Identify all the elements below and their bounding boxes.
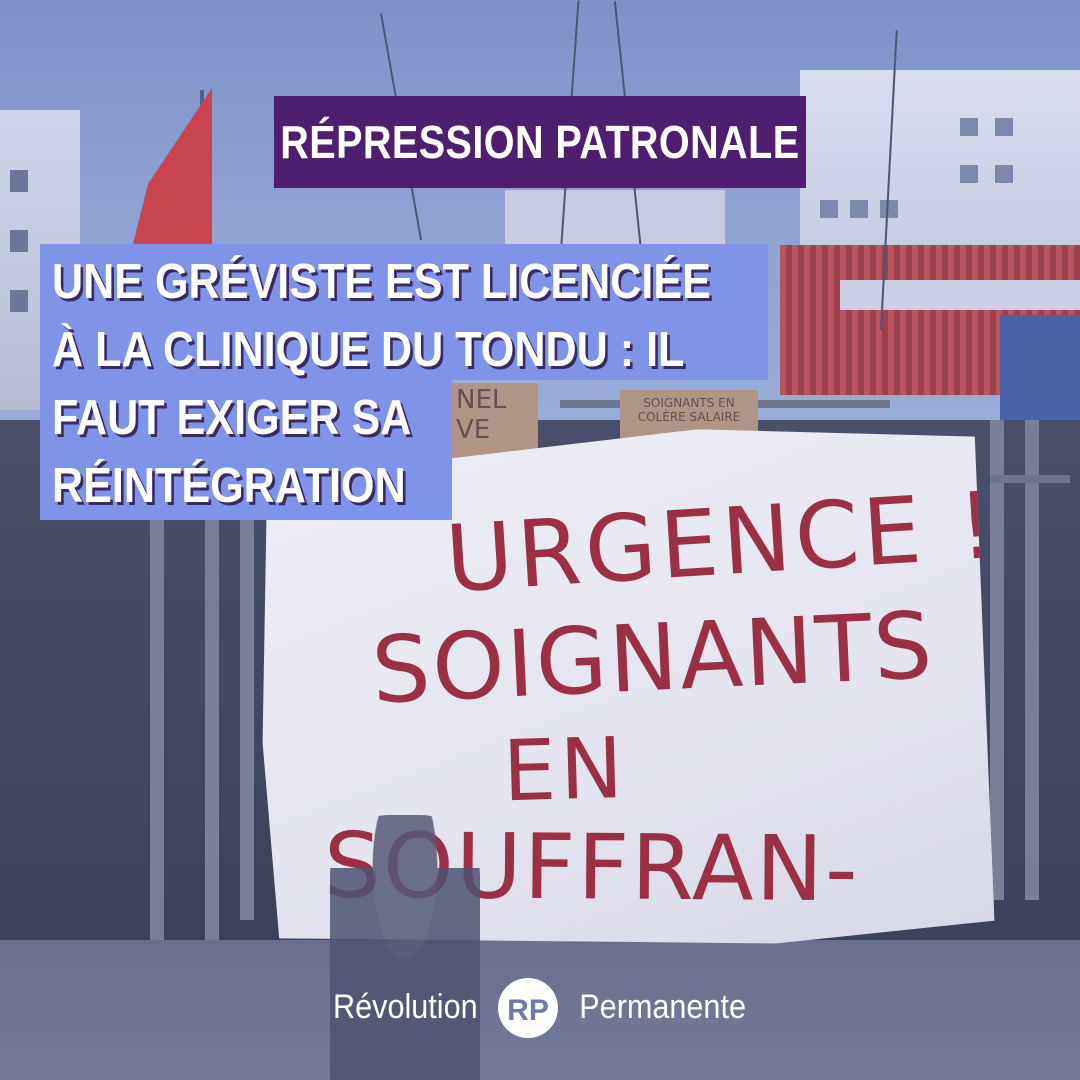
kicker-label: RÉPRESSION PATRONALE [274,96,806,188]
building-overhang [840,280,1080,310]
building-right [800,70,1080,270]
headline-line-3-text: FAUT EXIGER SA [52,391,412,445]
fence-rail [990,475,1070,483]
cardboard-sign-left: NEL VE [450,383,538,458]
headline-line-2-text: À LA CLINIQUE DU TONDU : IL [52,323,685,377]
brand-left-word: Révolution [333,988,478,1026]
headline-line-4: RÉINTÉGRATION [40,448,452,520]
fence-post [1025,420,1039,900]
fence-post [240,520,254,920]
fence-post [205,520,219,940]
brand-right-word: Permanente [578,988,746,1026]
cardboard-sign-right-text: SOIGNANTS EN COLÈRE SALAIRE [637,396,741,424]
fence-post [150,520,164,940]
headline-line-2: À LA CLINIQUE DU TONDU : IL [40,312,768,380]
fence-post [990,420,1004,900]
headline-line-1-text: UNE GRÉVISTE EST LICENCIÉE [52,255,711,309]
cardboard-sign-left-text: NEL VE [456,385,507,445]
banner-line-3: EN [501,718,629,821]
headline-line-1: UNE GRÉVISTE EST LICENCIÉE [40,244,768,312]
kicker-text: RÉPRESSION PATRONALE [280,116,800,168]
headline-line-4-text: RÉINTÉGRATION [52,459,406,513]
blue-container [1000,315,1080,425]
brand-footer: Révolution RP Permanente [0,970,1080,1045]
rp-logo-letters: RP [507,994,549,1027]
post-image: NEL VE SOIGNANTS EN COLÈRE SALAIRE URGEN… [0,0,1080,1080]
rp-logo-icon: RP [497,977,558,1038]
headline-line-3: FAUT EXIGER SA [40,380,452,448]
building-middle [505,190,725,250]
